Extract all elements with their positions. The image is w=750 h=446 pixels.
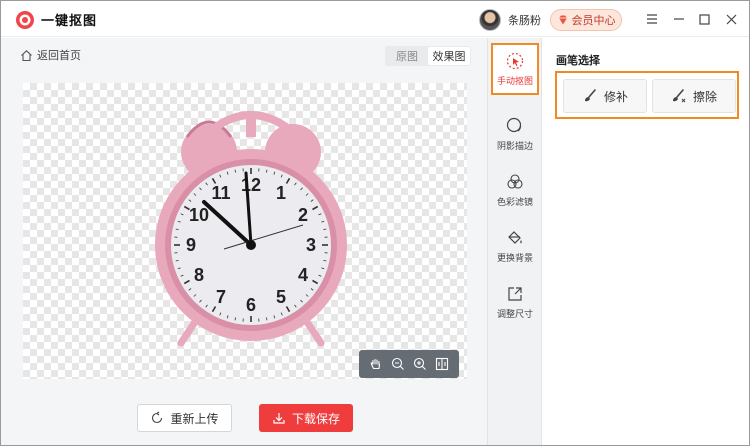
zoom-out-tool[interactable]: [390, 356, 406, 372]
maximize-button[interactable]: [696, 11, 712, 27]
zoom-in-icon: [413, 357, 426, 370]
alarm-clock-image: 12 12 3 45678 9 1011: [155, 111, 347, 347]
clock-number: 8: [194, 265, 204, 285]
clock-number: 6: [246, 295, 256, 315]
repair-brush-button[interactable]: 修补: [563, 79, 647, 113]
compare-tool[interactable]: [434, 356, 450, 372]
brush-section-title: 画笔选择: [556, 54, 600, 67]
tab-result[interactable]: 效果图: [428, 47, 470, 65]
maximize-icon: [698, 13, 710, 25]
clock-number: 5: [276, 287, 286, 307]
clock-number: 7: [216, 287, 226, 307]
clock-number: 12: [241, 175, 261, 195]
sidebar-item-color-filter[interactable]: 色彩滤镜: [491, 164, 539, 216]
sidebar-item-manual-cutout[interactable]: 手动抠图: [491, 43, 539, 95]
back-home-link[interactable]: 返回首页: [20, 47, 81, 63]
erase-label: 擦除: [692, 89, 717, 104]
hand-tool[interactable]: [368, 356, 384, 372]
erase-brush-button[interactable]: 擦除: [652, 79, 736, 113]
clock-number: 9: [186, 235, 196, 255]
brush-repair-icon: [584, 89, 596, 102]
compare-icon: [435, 357, 449, 371]
tab-original[interactable]: 原图: [386, 47, 428, 65]
username[interactable]: 条肠粉: [508, 12, 541, 28]
clock-number: 10: [189, 205, 209, 225]
paint-bucket-icon: [508, 230, 522, 244]
zoom-in-tool[interactable]: [412, 356, 428, 372]
brush-erase-icon: [672, 89, 686, 103]
diamond-icon: [558, 15, 567, 25]
menu-button[interactable]: [644, 11, 660, 27]
close-icon: [726, 14, 736, 24]
clock-number: 1: [276, 183, 286, 203]
hamburger-icon: [647, 14, 657, 24]
resize-icon: [508, 286, 522, 301]
zoom-out-icon: [391, 357, 404, 370]
app-window: 一键抠图 条肠粉 会员中心 返回首页 原图 效果图 12 1 2 3 4 5 6…: [0, 0, 750, 446]
clock-number: 11: [211, 183, 230, 203]
clock-number: 2: [298, 205, 308, 225]
close-button[interactable]: [723, 11, 739, 27]
sidebar-item-label: 色彩滤镜: [496, 197, 533, 208]
hand-icon: [370, 358, 381, 370]
brush-options: 修补 擦除: [555, 71, 739, 119]
view-toggle: 原图 效果图: [385, 46, 471, 66]
vip-label: 会员中心: [571, 14, 616, 27]
app-logo-icon: [16, 11, 34, 29]
sidebar-item-label: 调整尺寸: [496, 309, 533, 320]
tool-sidebar: 手动抠图 阴影描边 色彩滤镜 更换背景 调整尺寸: [487, 38, 542, 445]
cursor-icon: [506, 52, 524, 69]
sidebar-item-label: 阴影描边: [496, 141, 533, 152]
reupload-button[interactable]: 重新上传: [137, 404, 232, 432]
home-icon: [21, 49, 32, 61]
canvas-toolbar: [359, 350, 459, 378]
refresh-icon: [152, 411, 163, 424]
download-save-button[interactable]: 下载保存: [259, 404, 353, 432]
sidebar-item-change-background[interactable]: 更换背景: [491, 220, 539, 272]
sidebar-item-shadow-outline[interactable]: 阴影描边: [491, 108, 539, 160]
sidebar-item-label: 更换背景: [496, 253, 533, 264]
color-filter-icon: [507, 173, 523, 189]
brush-panel: 画笔选择 修补 擦除: [542, 38, 749, 445]
image-canvas[interactable]: 12 1 2 3 4 5 6 7 8 9 10 11: [23, 83, 467, 379]
download-label: 下载保存: [291, 411, 340, 426]
sidebar-item-label: 手动抠图: [496, 76, 533, 87]
shadow-icon: [506, 117, 522, 132]
repair-label: 修补: [603, 89, 628, 104]
avatar[interactable]: [479, 9, 501, 31]
clock-number: 3: [306, 235, 316, 255]
back-home-label: 返回首页: [37, 49, 81, 62]
minimize-icon: [674, 18, 684, 20]
editor-panel: 返回首页 原图 效果图 12 1 2 3 4 5 6 7 8 9 10 11 重…: [1, 38, 487, 445]
download-icon: [273, 413, 285, 424]
title-bar: 一键抠图 条肠粉 会员中心: [1, 1, 749, 37]
minimize-button[interactable]: [671, 11, 687, 27]
app-title: 一键抠图: [41, 14, 98, 29]
sidebar-item-resize[interactable]: 调整尺寸: [491, 276, 539, 328]
reupload-label: 重新上传: [170, 411, 219, 426]
clock-number: 4: [298, 265, 308, 285]
vip-center-button[interactable]: 会员中心: [550, 9, 622, 31]
